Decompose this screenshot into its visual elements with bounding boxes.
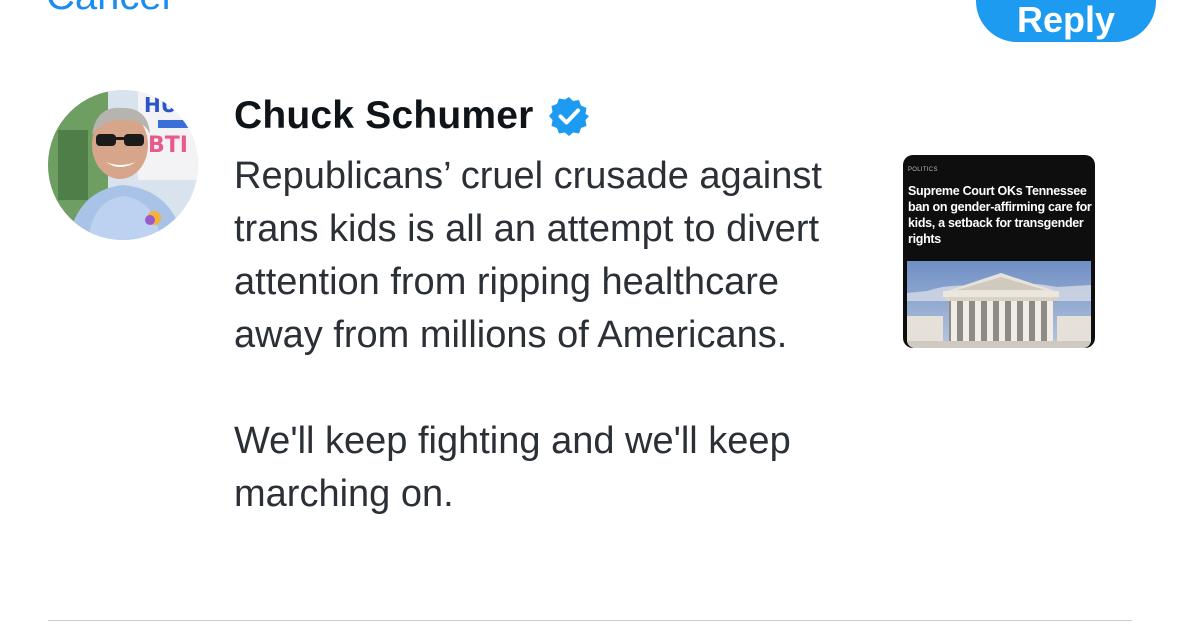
- card-headline: Supreme Court OKs Tennessee ban on gende…: [908, 184, 1092, 246]
- verified-badge-icon: [548, 95, 590, 137]
- avatar-photo: HU BTI: [48, 90, 198, 240]
- author-row: Chuck Schumer: [234, 94, 590, 138]
- tweet-text: Republicans’ cruel crusade against trans…: [234, 150, 854, 521]
- svg-text:BTI: BTI: [148, 133, 188, 158]
- reply-compose-screen: Cancel Reply HU BTI Chuck Schumer: [0, 0, 1179, 633]
- card-image-supreme-court: [907, 261, 1091, 348]
- link-preview-card[interactable]: POLITICS Supreme Court OKs Tennessee ban…: [903, 155, 1095, 348]
- divider: [48, 620, 1132, 621]
- reply-button[interactable]: Reply: [976, 0, 1156, 42]
- avatar[interactable]: HU BTI: [48, 90, 198, 240]
- svg-text:HU: HU: [144, 93, 177, 117]
- card-kicker: POLITICS: [908, 167, 938, 173]
- cancel-button[interactable]: Cancel: [46, 0, 171, 19]
- tweet-paragraph: We'll keep fighting and we'll keep march…: [234, 420, 791, 515]
- tweet-paragraph: Republicans’ cruel crusade against trans…: [234, 155, 822, 356]
- author-name[interactable]: Chuck Schumer: [234, 94, 534, 138]
